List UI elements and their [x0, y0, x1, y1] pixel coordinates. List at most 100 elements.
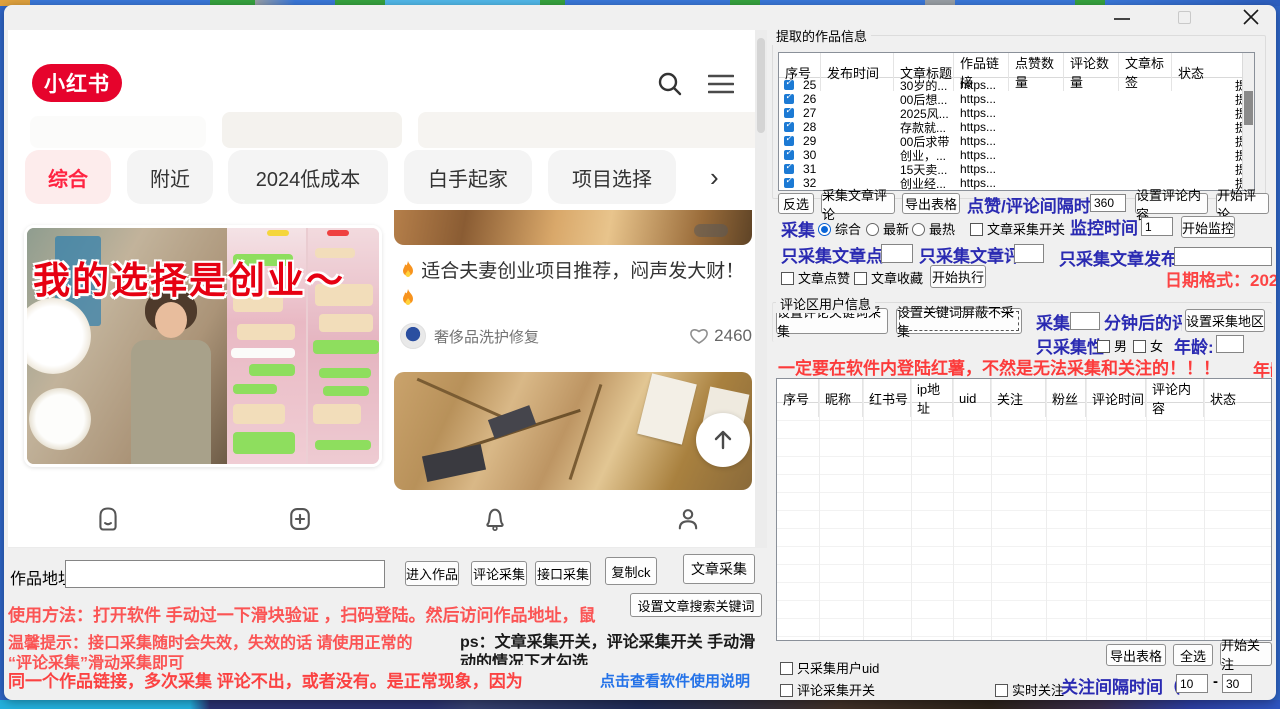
male-checkbox[interactable]: 男 — [1097, 336, 1127, 355]
only-collect-comments-label: 只采集文章评 — [919, 242, 1021, 267]
table-row[interactable]: 3115天卖...https...提取完毕 — [779, 162, 1254, 176]
row-checkbox[interactable] — [784, 164, 794, 174]
box-contents — [422, 444, 486, 482]
col-seq[interactable]: 序号 — [777, 379, 819, 417]
webview-scrollbar[interactable] — [755, 30, 767, 548]
tab-nearby[interactable]: 附近 — [127, 150, 213, 204]
execute-button[interactable]: 开始执行 — [930, 265, 986, 288]
only-publish-input[interactable] — [1174, 247, 1272, 266]
notifications-bell-icon[interactable] — [481, 505, 509, 538]
col-likes[interactable]: 点赞数量 — [1009, 53, 1064, 91]
only-uid-checkbox[interactable]: 只采集用户uid — [780, 658, 879, 677]
col-comment-content[interactable]: 评论内容 — [1146, 379, 1204, 417]
set-search-keyword-button[interactable]: 设置文章搜索关键词 — [630, 593, 762, 617]
search-icon[interactable] — [656, 70, 684, 103]
enter-work-button[interactable]: 进入作品 — [405, 561, 459, 586]
col-tags[interactable]: 文章标签 — [1119, 53, 1172, 91]
invert-selection-button[interactable]: 反选 — [778, 193, 814, 214]
article-favorite-checkbox[interactable]: 文章收藏 — [854, 268, 923, 287]
table-row[interactable]: 2900后求带https...提取完毕 — [779, 134, 1254, 148]
col-ip[interactable]: ip地址 — [911, 379, 953, 417]
row-checkbox[interactable] — [784, 178, 794, 188]
col-nickname[interactable]: 昵称 — [819, 379, 863, 417]
row-checkbox[interactable] — [784, 150, 794, 160]
collect-article-comments-button[interactable]: 采集文章评论 — [821, 193, 895, 214]
col-status[interactable]: 状态 — [1204, 379, 1271, 417]
table-row[interactable]: 30创业，...https...提取完毕 — [779, 148, 1254, 162]
row-checkbox[interactable] — [784, 136, 794, 146]
article-like-checkbox[interactable]: 文章点赞 — [781, 268, 850, 287]
tab-project-select[interactable]: 项目选择 — [548, 150, 676, 204]
create-post-icon[interactable] — [286, 505, 314, 538]
address-input[interactable] — [65, 560, 385, 588]
webview-scrollbar-thumb[interactable] — [757, 38, 765, 133]
realtime-follow-checkbox[interactable]: 实时关注 — [995, 680, 1064, 699]
col-fans[interactable]: 粉丝 — [1046, 379, 1086, 417]
tab-comprehensive[interactable]: 综合 — [25, 150, 111, 204]
follow-min-input[interactable] — [1176, 674, 1208, 693]
post-author-row: 奢侈品洗护修复 2460 — [400, 322, 752, 350]
follow-max-input[interactable] — [1222, 674, 1252, 693]
col-comments[interactable]: 评论数量 — [1064, 53, 1119, 91]
interval-input[interactable] — [1090, 194, 1126, 212]
tab-self-made[interactable]: 白手起家 — [404, 150, 532, 204]
table-row[interactable]: 272025风...https...提取完毕 — [779, 106, 1254, 120]
minimize-button[interactable] — [1114, 18, 1130, 20]
flower — [29, 388, 91, 450]
works-scrollbar-thumb[interactable] — [1244, 91, 1253, 125]
only-comments-input[interactable] — [1014, 244, 1044, 263]
radio-hottest[interactable]: 最热 — [912, 219, 955, 238]
maximize-button[interactable] — [1178, 11, 1191, 24]
like-widget[interactable]: 2460 — [689, 326, 752, 346]
article-collect-switch-checkbox[interactable]: 文章采集开关 — [970, 219, 1065, 238]
works-table-scrollbar[interactable] — [1242, 53, 1254, 190]
age-input[interactable] — [1216, 335, 1244, 353]
comment-collect-switch-checkbox[interactable]: 评论采集开关 — [780, 680, 875, 699]
row-checkbox[interactable] — [784, 122, 794, 132]
post-author[interactable]: 奢侈品洗护修复 — [434, 326, 539, 347]
api-collect-button[interactable]: 接口采集 — [535, 561, 591, 586]
close-button[interactable] — [1241, 7, 1261, 32]
col-publish-time[interactable]: 发布时间 — [821, 53, 894, 91]
monitor-time-input[interactable] — [1141, 217, 1173, 236]
radio-comprehensive[interactable]: 综合 — [818, 219, 861, 238]
row-checkbox[interactable] — [784, 108, 794, 118]
col-comment-time[interactable]: 评论时间 — [1086, 379, 1146, 417]
tabs-more-chevron-icon[interactable]: › — [710, 162, 719, 193]
collect-minutes-input[interactable] — [1070, 312, 1100, 330]
col-following[interactable]: 关注 — [991, 379, 1046, 417]
copy-ck-button[interactable]: 复制ck — [605, 557, 657, 585]
female-checkbox[interactable]: 女 — [1133, 336, 1163, 355]
table-row[interactable]: 28存款就...https...提取完毕 — [779, 120, 1254, 134]
start-follow-button[interactable]: 开始关注 — [1220, 642, 1272, 666]
row-checkbox[interactable] — [784, 80, 794, 90]
col-red-id[interactable]: 红书号 — [863, 379, 911, 417]
set-comment-content-button[interactable]: 设置评论内容 — [1135, 193, 1208, 214]
article-collect-button[interactable]: 文章采集 — [683, 554, 755, 584]
home-icon[interactable] — [94, 505, 122, 538]
table-row[interactable]: 2600后想...https...提取完毕 — [779, 92, 1254, 106]
radio-newest[interactable]: 最新 — [866, 219, 909, 238]
export-comments-button[interactable]: 导出表格 — [1106, 644, 1166, 666]
xiaohongshu-webview: 小红书 综合 附近 2024低成本 白手起家 项目选择 › — [8, 30, 766, 548]
only-likes-input[interactable] — [881, 244, 913, 263]
minimize-icon — [1114, 18, 1130, 20]
start-comment-button[interactable]: 开始评论 — [1216, 193, 1269, 214]
select-all-button[interactable]: 全选 — [1173, 644, 1213, 666]
set-keyword-block-button[interactable]: 设置关键词屏蔽不采集 — [896, 308, 1022, 334]
scroll-to-top-button[interactable] — [696, 413, 750, 467]
start-monitor-button[interactable]: 开始监控 — [1181, 216, 1235, 238]
menu-icon[interactable] — [708, 74, 734, 99]
help-link[interactable]: 点击查看软件使用说明 — [600, 670, 750, 691]
post-image-collage[interactable]: 我的选择是创业～ — [24, 225, 382, 467]
tab-2024-low-cost[interactable]: 2024低成本 — [228, 150, 388, 204]
export-works-button[interactable]: 导出表格 — [902, 193, 960, 214]
avatar[interactable] — [400, 323, 426, 349]
row-checkbox[interactable] — [784, 94, 794, 104]
set-region-button[interactable]: 设置采集地区 — [1185, 309, 1265, 332]
col-uid[interactable]: uid — [953, 379, 991, 417]
comment-collect-button[interactable]: 评论采集 — [471, 561, 527, 586]
profile-icon[interactable] — [674, 505, 702, 538]
post-image-partial[interactable] — [394, 210, 752, 245]
post-title[interactable]: 适合夫妻创业项目推荐，闷声发大财！ — [400, 258, 752, 314]
